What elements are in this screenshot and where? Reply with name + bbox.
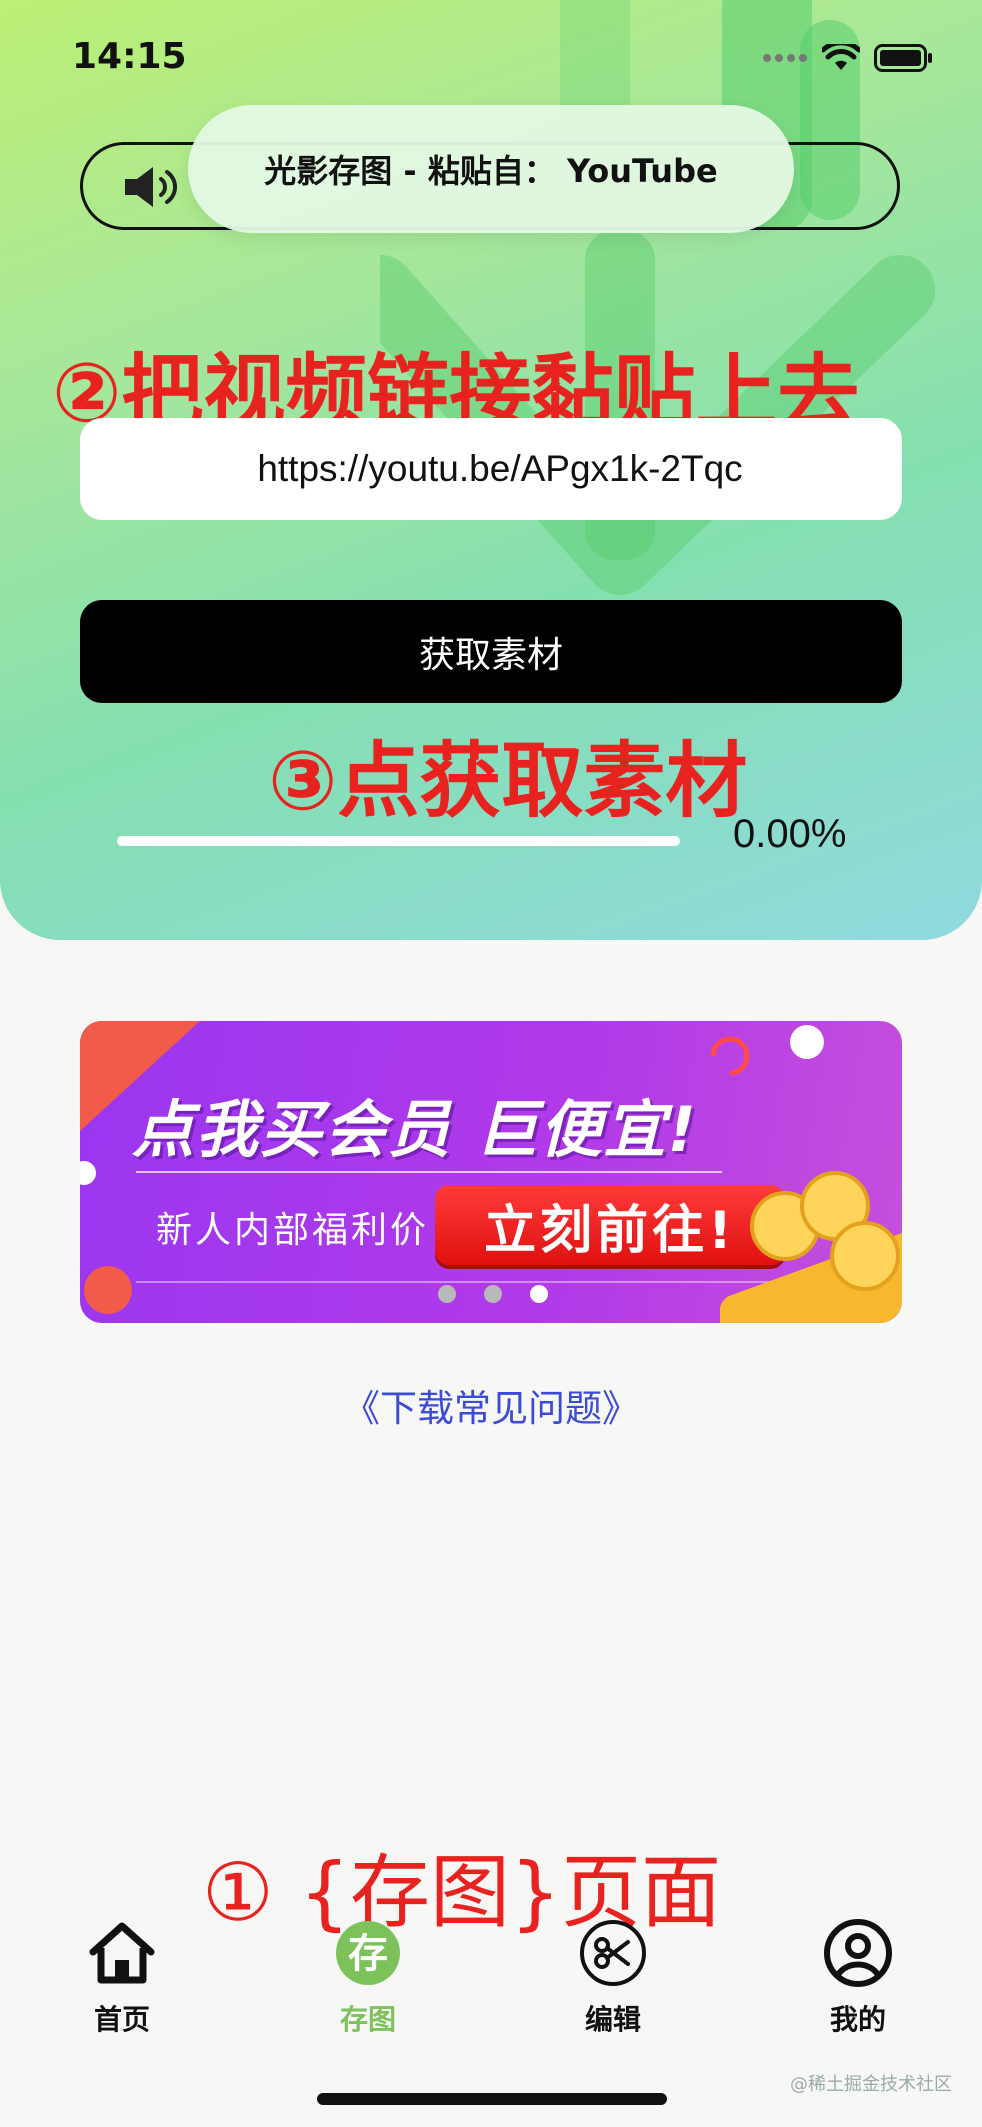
battery-icon — [874, 44, 932, 72]
carousel-dot[interactable] — [438, 1285, 456, 1303]
user-icon — [824, 1919, 892, 1987]
download-progress-bar — [117, 836, 680, 846]
tab-save-image[interactable]: 存 存图 — [298, 1918, 438, 2038]
paste-toast: 光影存图 - 粘贴自： YouTube — [188, 105, 794, 233]
watermark: @稀土掘金技术社区 — [790, 2074, 952, 2095]
scissors-icon — [580, 1920, 646, 1986]
save-image-icon: 存 — [336, 1921, 400, 1985]
tab-label: 我的 — [829, 2003, 886, 2036]
banner-ring-decor — [710, 1036, 750, 1076]
home-indicator[interactable] — [317, 2093, 667, 2105]
bottom-tab-bar: 首页 存 存图 编辑 我的 — [0, 1918, 982, 2048]
signal-dots-icon — [763, 54, 807, 62]
status-time: 14:15 — [72, 36, 187, 77]
faq-link[interactable]: 《下载常见问题》 — [0, 1378, 982, 1432]
banner-coins-illustration — [720, 1151, 902, 1323]
tab-home[interactable]: 首页 — [52, 1918, 192, 2038]
banner-divider — [136, 1171, 722, 1173]
banner-divider — [136, 1281, 782, 1283]
tab-label: 首页 — [93, 2003, 150, 2036]
banner-title: 点我买会员 巨便宜! — [132, 1093, 698, 1166]
video-url-input[interactable] — [80, 418, 902, 520]
tab-profile[interactable]: 我的 — [788, 1918, 928, 2038]
home-icon — [89, 1922, 155, 1984]
tab-edit[interactable]: 编辑 — [543, 1918, 683, 2038]
progress-percent: 0.00% — [733, 812, 847, 856]
status-icons — [762, 44, 934, 72]
hero-header: 14:15 光影存图 - 粘贴自： YouTube ②把视频链接黏贴上去 获取素… — [0, 0, 982, 940]
carousel-dots — [438, 1285, 558, 1305]
speaker-icon — [125, 167, 177, 207]
wifi-icon — [822, 44, 860, 70]
svg-text:存: 存 — [348, 1931, 388, 1977]
tab-label: 存图 — [339, 2003, 396, 2036]
carousel-dot-active[interactable] — [530, 1285, 548, 1303]
annotation-step3: ③点获取素材 — [268, 734, 748, 829]
fetch-material-button[interactable]: 获取素材 — [80, 600, 902, 703]
membership-banner[interactable]: 点我买会员 巨便宜! 新人内部福利价 立刻前往! — [80, 1021, 902, 1323]
carousel-dot[interactable] — [484, 1285, 502, 1303]
banner-bubble-decor — [790, 1025, 824, 1059]
banner-subtitle: 新人内部福利价 — [156, 1210, 430, 1251]
banner-bubble-decor — [80, 1161, 96, 1185]
banner-bubble-decor — [84, 1266, 132, 1314]
tab-label: 编辑 — [584, 2003, 641, 2036]
